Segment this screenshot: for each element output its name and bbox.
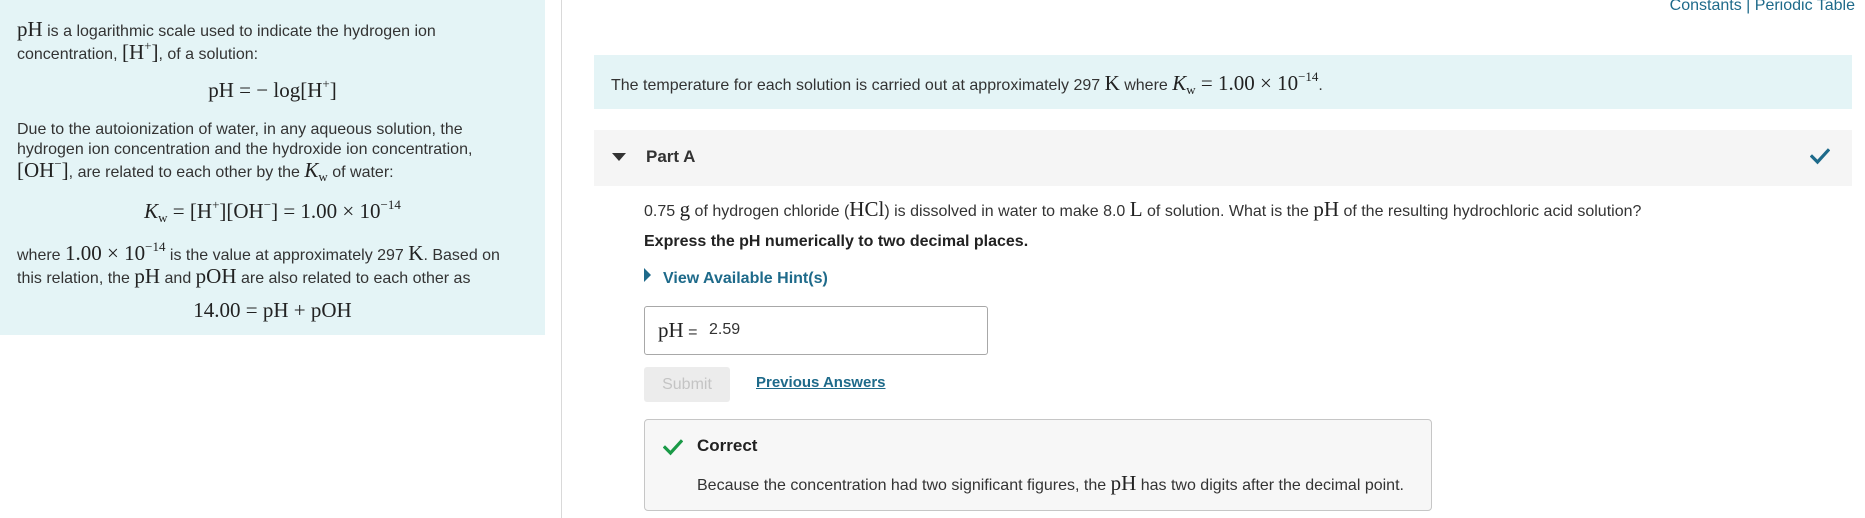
panel-divider	[561, 0, 562, 518]
info-panel: pH is a logarithmic scale used to indica…	[0, 0, 545, 335]
intro-paragraph: pH is a logarithmic scale used to indica…	[17, 17, 436, 64]
answer-field[interactable]: pH = 2.59	[644, 306, 988, 355]
feedback-text: Because the concentration had two signif…	[697, 471, 1404, 495]
ph-equation: pH = − log[H+]	[208, 76, 337, 102]
temperature-banner: The temperature for each solution is car…	[594, 55, 1852, 109]
part-title: Part A	[646, 147, 696, 166]
view-hints-toggle[interactable]: View Available Hint(s)	[644, 268, 828, 288]
feedback-box: Correct Because the concentration had tw…	[644, 419, 1432, 511]
checkmark-icon	[1809, 146, 1831, 171]
top-links: Constants | Periodic Table	[1670, 0, 1855, 15]
submit-button[interactable]: Submit	[644, 367, 730, 402]
relation-paragraph: where 1.00 × 10−14 is the value at appro…	[17, 239, 500, 288]
instruction-text: Express the pH numerically to two decima…	[644, 233, 1029, 250]
feedback-title: Correct	[697, 436, 758, 455]
part-a-header[interactable]: Part A	[594, 130, 1852, 186]
previous-answers-link[interactable]: Previous Answers	[756, 374, 886, 391]
periodic-table-link[interactable]: Periodic Table	[1755, 0, 1855, 14]
expand-caret-icon	[644, 268, 651, 282]
link-separator: |	[1746, 0, 1751, 14]
correct-check-icon	[662, 437, 684, 462]
question-text: 0.75 g of hydrogen chloride (HCl) is dis…	[644, 197, 1642, 221]
ph-symbol: pH	[17, 17, 43, 41]
answer-value[interactable]: 2.59	[709, 321, 740, 339]
constants-link[interactable]: Constants	[1670, 0, 1742, 14]
answer-label: pH =	[658, 318, 698, 342]
autoionization-paragraph: Due to the autoionization of water, in a…	[17, 121, 473, 184]
ph-poh-equation: 14.00 = pH + pOH	[193, 298, 352, 322]
collapse-caret-icon[interactable]	[612, 153, 626, 161]
kw-equation: Kw = [H+][OH−] = 1.00 × 10−14	[144, 197, 401, 225]
